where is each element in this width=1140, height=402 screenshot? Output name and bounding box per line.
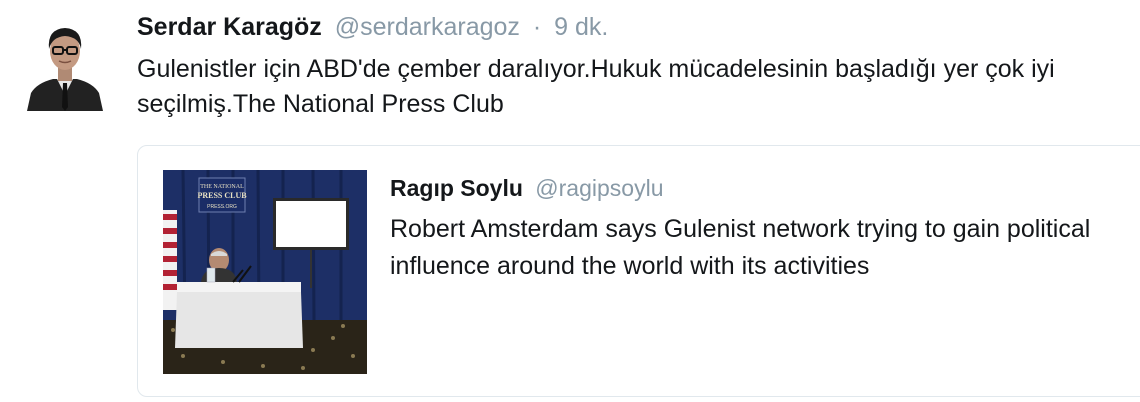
tweet[interactable]: Serdar Karagöz @serdarkaragoz · 9 dk. Gu… xyxy=(0,0,1140,402)
quoted-author-handle[interactable]: @ragipsoylu xyxy=(535,175,663,201)
sign-line-3: PRESS.ORG xyxy=(207,204,237,210)
quoted-tweet-header: Ragıp Soylu @ragipsoylu xyxy=(390,172,663,204)
quoted-tweet-text: Robert Amsterdam says Gulenist network t… xyxy=(390,215,1091,280)
quoted-tweet-media[interactable]: THE NATIONAL PRESS CLUB PRESS.ORG xyxy=(163,170,367,374)
separator-dot: · xyxy=(532,13,542,41)
author-handle[interactable]: @serdarkaragoz xyxy=(335,13,520,41)
quoted-author-name[interactable]: Ragıp Soylu xyxy=(390,175,523,201)
tweet-text: Gulenistler için ABD'de çember daralıyor… xyxy=(137,55,1055,118)
author-name[interactable]: Serdar Karagöz xyxy=(137,13,322,41)
author-avatar[interactable] xyxy=(25,19,105,111)
sign-line-1: THE NATIONAL xyxy=(200,184,244,190)
tweet-timestamp[interactable]: 9 dk. xyxy=(554,13,608,41)
sign-line-2: PRESS CLUB xyxy=(197,191,247,200)
quoted-tweet-card[interactable]: THE NATIONAL PRESS CLUB PRESS.ORG Ragıp … xyxy=(137,145,1140,397)
tweet-header: Serdar Karagöz @serdarkaragoz · 9 dk. xyxy=(137,11,608,43)
